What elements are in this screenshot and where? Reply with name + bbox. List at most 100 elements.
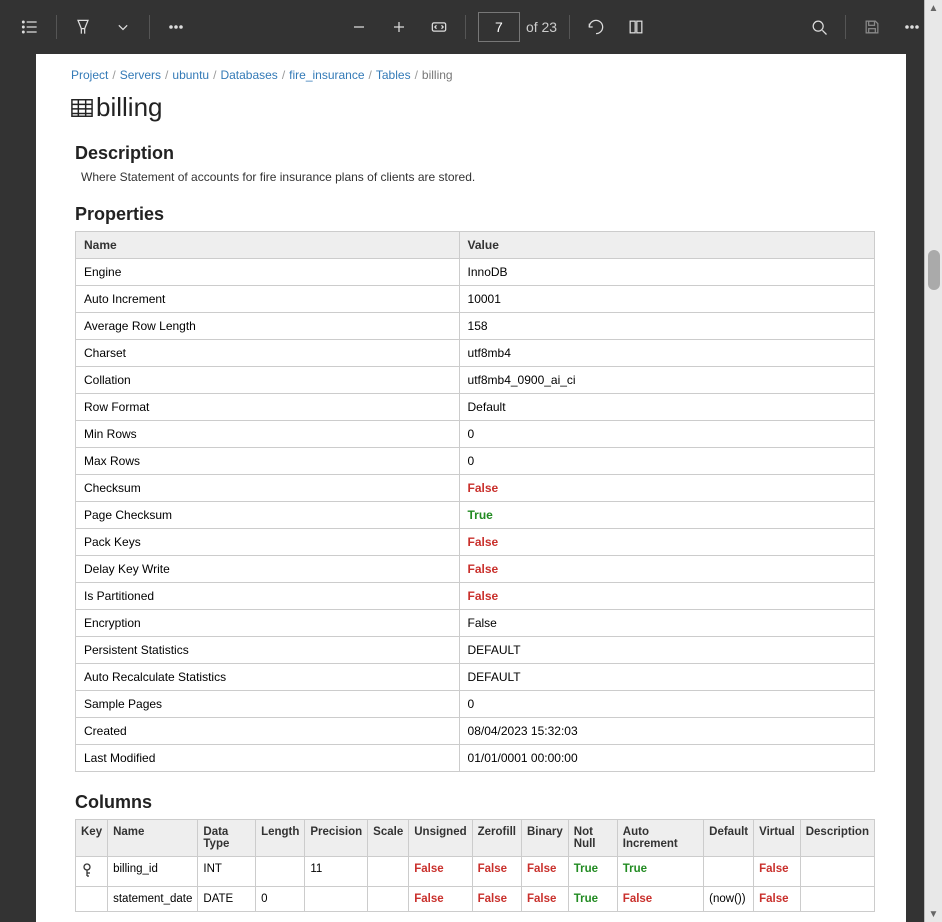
breadcrumb-link[interactable]: ubuntu xyxy=(172,68,209,82)
property-name: Row Format xyxy=(76,394,460,421)
scroll-thumb[interactable] xyxy=(928,250,940,290)
properties-table: Name Value EngineInnoDBAuto Increment100… xyxy=(75,231,875,772)
property-value: utf8mb4 xyxy=(459,340,874,367)
column-cell: False xyxy=(754,887,801,912)
scroll-down-arrow-icon[interactable]: ▼ xyxy=(925,906,942,922)
breadcrumb-sep: / xyxy=(415,68,418,82)
table-row: Min Rows0 xyxy=(76,421,875,448)
breadcrumb-link[interactable]: Servers xyxy=(120,68,161,82)
zoom-out-icon[interactable] xyxy=(339,7,379,47)
column-cell xyxy=(368,887,409,912)
property-value: DEFAULT xyxy=(459,664,874,691)
property-value: 0 xyxy=(459,691,874,718)
property-name: Page Checksum xyxy=(76,502,460,529)
property-name: Max Rows xyxy=(76,448,460,475)
table-row: Max Rows0 xyxy=(76,448,875,475)
properties-header-name: Name xyxy=(76,232,460,259)
columns-header: Not Null xyxy=(568,820,617,857)
breadcrumb-link[interactable]: Databases xyxy=(220,68,277,82)
property-name: Checksum xyxy=(76,475,460,502)
property-value: 158 xyxy=(459,313,874,340)
column-cell: False xyxy=(617,887,703,912)
property-name: Engine xyxy=(76,259,460,286)
table-row: ChecksumFalse xyxy=(76,475,875,502)
column-cell: statement_date xyxy=(108,887,198,912)
table-row: Last Modified01/01/0001 00:00:00 xyxy=(76,745,875,772)
table-row: Row FormatDefault xyxy=(76,394,875,421)
property-value: False xyxy=(459,475,874,502)
breadcrumb-sep: / xyxy=(369,68,372,82)
toc-icon[interactable] xyxy=(10,7,50,47)
table-row: Delay Key WriteFalse xyxy=(76,556,875,583)
rotate-icon[interactable] xyxy=(576,7,616,47)
chevron-down-icon[interactable] xyxy=(103,7,143,47)
property-value: 01/01/0001 00:00:00 xyxy=(459,745,874,772)
key-cell xyxy=(76,887,108,912)
more-icon[interactable] xyxy=(156,7,196,47)
separator xyxy=(149,15,150,39)
breadcrumb: Project / Servers / ubuntu / Databases / fire_in… xyxy=(71,66,871,92)
table-icon xyxy=(71,98,93,118)
column-cell: DATE xyxy=(198,887,256,912)
column-cell xyxy=(256,857,305,887)
breadcrumb-link[interactable]: Project xyxy=(71,68,108,82)
table-row: EncryptionFalse xyxy=(76,610,875,637)
table-row: Auto Increment10001 xyxy=(76,286,875,313)
property-name: Charset xyxy=(76,340,460,367)
description-heading: Description xyxy=(75,143,867,164)
vertical-scrollbar[interactable]: ▲ ▼ xyxy=(924,0,942,922)
properties-heading: Properties xyxy=(75,204,867,225)
scroll-up-arrow-icon[interactable]: ▲ xyxy=(925,0,942,16)
breadcrumb-sep: / xyxy=(282,68,285,82)
property-value: False xyxy=(459,610,874,637)
breadcrumb-link[interactable]: fire_insurance xyxy=(289,68,364,82)
column-cell: False xyxy=(521,857,568,887)
highlight-icon[interactable] xyxy=(63,7,103,47)
breadcrumb-sep: / xyxy=(165,68,168,82)
column-cell: True xyxy=(568,887,617,912)
table-row: Auto Recalculate StatisticsDEFAULT xyxy=(76,664,875,691)
column-cell: False xyxy=(521,887,568,912)
property-name: Average Row Length xyxy=(76,313,460,340)
property-value: True xyxy=(459,502,874,529)
page-view-icon[interactable] xyxy=(616,7,656,47)
column-cell: (now()) xyxy=(704,887,754,912)
page-title: billing xyxy=(96,92,163,123)
property-value: 0 xyxy=(459,421,874,448)
pdf-toolbar: of 23 xyxy=(0,0,942,54)
fit-width-icon[interactable] xyxy=(419,7,459,47)
column-cell: True xyxy=(568,857,617,887)
columns-header: Length xyxy=(256,820,305,857)
key-cell xyxy=(76,857,108,887)
column-cell xyxy=(800,857,874,887)
search-icon[interactable] xyxy=(799,7,839,47)
page-number-input[interactable] xyxy=(478,12,520,42)
property-value: InnoDB xyxy=(459,259,874,286)
property-name: Created xyxy=(76,718,460,745)
property-name: Delay Key Write xyxy=(76,556,460,583)
columns-header: Default xyxy=(704,820,754,857)
columns-header: Binary xyxy=(521,820,568,857)
columns-header: Virtual xyxy=(754,820,801,857)
column-cell: False xyxy=(472,887,521,912)
column-cell: False xyxy=(754,857,801,887)
column-cell: False xyxy=(472,857,521,887)
column-cell xyxy=(800,887,874,912)
property-value: False xyxy=(459,529,874,556)
columns-header: Data Type xyxy=(198,820,256,857)
columns-header: Name xyxy=(108,820,198,857)
breadcrumb-link[interactable]: Tables xyxy=(376,68,411,82)
save-icon[interactable] xyxy=(852,7,892,47)
column-cell: False xyxy=(409,857,472,887)
separator xyxy=(465,15,466,39)
key-icon xyxy=(81,863,93,877)
table-row: Sample Pages0 xyxy=(76,691,875,718)
columns-table: KeyNameData TypeLengthPrecisionScaleUnsi… xyxy=(75,819,875,912)
column-cell: True xyxy=(617,857,703,887)
property-value: 10001 xyxy=(459,286,874,313)
property-name: Sample Pages xyxy=(76,691,460,718)
property-value: 0 xyxy=(459,448,874,475)
column-cell: False xyxy=(409,887,472,912)
zoom-in-icon[interactable] xyxy=(379,7,419,47)
breadcrumb-sep: / xyxy=(112,68,115,82)
